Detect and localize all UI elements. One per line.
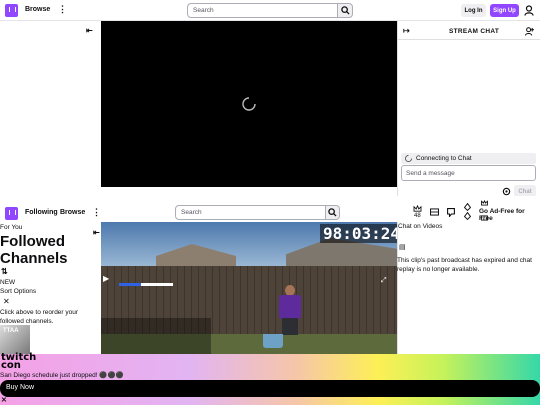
- twitchcon-banner: twitch con San Diego schedule just dropp…: [0, 353, 540, 405]
- twitch-logo-lower[interactable]: [5, 207, 18, 220]
- search-placeholder-lower: Search: [181, 209, 202, 216]
- close-sort-icon[interactable]: ✕: [3, 297, 10, 306]
- banner-headline: San Diego schedule just dropped! ⚫⚫⚫: [0, 372, 124, 379]
- browse-link-lower[interactable]: Browse: [60, 209, 85, 216]
- top-nav: Browse ⋮ Search Log In Sign Up: [0, 0, 540, 21]
- login-button[interactable]: Log In: [461, 4, 486, 17]
- chat-header-divider: [398, 39, 540, 40]
- more-menu-icon-lower[interactable]: ⋮: [92, 207, 101, 218]
- chat-input-placeholder: Send a message: [406, 170, 455, 177]
- video-player[interactable]: [101, 21, 397, 187]
- prime-crown-icon[interactable]: [481, 200, 488, 206]
- prime-icon[interactable]: [481, 215, 488, 221]
- chat-overlay: [101, 318, 211, 354]
- chat-settings-icon[interactable]: [502, 187, 511, 196]
- search-button-lower[interactable]: [325, 205, 340, 220]
- chat-videos-border: [397, 222, 398, 354]
- search-icon: [340, 6, 350, 15]
- search-icon-lower: [328, 208, 337, 217]
- twitchcon-logo: twitch con: [1, 353, 36, 371]
- person-legs: [282, 318, 298, 335]
- close-banner-icon[interactable]: ✕: [1, 396, 7, 404]
- ad-free-link[interactable]: Go Ad-Free for Free: [479, 208, 540, 222]
- browse-link[interactable]: Browse: [25, 6, 50, 13]
- person-shirt: [279, 295, 301, 319]
- for-you-label: For You: [0, 224, 23, 231]
- avatar-text: TTAA: [3, 328, 19, 334]
- sort-arrows-icon[interactable]: ⇅: [1, 267, 8, 276]
- chat-panel-border: [397, 21, 398, 206]
- search-placeholder: Search: [193, 7, 214, 14]
- sort-options-button[interactable]: Sort Options: [0, 288, 36, 295]
- buy-now-label: Buy Now: [6, 384, 35, 391]
- followed-channels-title: Followed Channels: [0, 233, 68, 267]
- lower-nav: Following Browse ⋮ Search: [0, 204, 397, 222]
- channel-avatar[interactable]: TTAA: [0, 325, 30, 355]
- video-progress-fill: [119, 283, 141, 286]
- search-input[interactable]: Search: [187, 3, 338, 18]
- chat-on-videos-title: Chat on Videos: [398, 223, 443, 230]
- connecting-spinner-icon: [405, 155, 412, 162]
- loading-spinner-icon: [242, 97, 256, 111]
- bits-icon-lower[interactable]: [464, 212, 471, 220]
- whisper-icon[interactable]: [447, 208, 455, 217]
- chat-videos-icon[interactable]: ▤: [399, 243, 406, 251]
- sort-label: NEW: [0, 279, 16, 286]
- chat-users-icon[interactable]: [525, 27, 534, 36]
- bits-icon[interactable]: [464, 203, 471, 211]
- chat-input[interactable]: Send a message: [401, 165, 536, 181]
- chat-connecting-banner: Connecting to Chat: [401, 153, 536, 164]
- clip-video[interactable]: 98:03:24 ▶ ⤢: [101, 222, 397, 354]
- sidebar: For You Followed Channels ⇅ NEW Sort Opt…: [0, 222, 101, 355]
- buy-now-button[interactable]: Buy Now: [0, 380, 540, 397]
- following-link[interactable]: Following: [25, 209, 58, 216]
- logo-line-2: con: [1, 360, 21, 371]
- play-icon[interactable]: ▶: [103, 274, 109, 283]
- crown-icon[interactable]: [413, 205, 422, 212]
- chat-title: STREAM CHAT: [449, 28, 500, 35]
- bucket: [263, 334, 283, 348]
- lower-toolbar: 48 Go Ad-Free for Free: [397, 196, 540, 223]
- video-progress[interactable]: [119, 283, 173, 286]
- signup-button[interactable]: Sign Up: [490, 4, 519, 17]
- chat-expired-message: This clip's past broadcast has expired a…: [397, 257, 532, 273]
- search-button[interactable]: [337, 3, 353, 18]
- user-icon[interactable]: [524, 5, 534, 16]
- reorder-hint: Click above to reorder your followed cha…: [0, 309, 79, 325]
- viewer-count: 48: [414, 213, 421, 219]
- collapse-sidebar-icon-lower[interactable]: ⇤: [93, 228, 100, 237]
- connecting-text: Connecting to Chat: [416, 155, 472, 162]
- person: [279, 285, 301, 335]
- more-menu-icon[interactable]: ⋮: [58, 4, 67, 15]
- expand-chat-icon[interactable]: ↦: [403, 26, 410, 35]
- collapse-sidebar-icon[interactable]: ⇤: [86, 26, 93, 35]
- inbox-icon[interactable]: [430, 208, 439, 216]
- twitch-logo[interactable]: [5, 4, 18, 17]
- stream-timer: 98:03:24: [320, 224, 397, 243]
- search-input-lower[interactable]: Search: [175, 205, 326, 220]
- fullscreen-icon[interactable]: ⤢: [381, 277, 387, 285]
